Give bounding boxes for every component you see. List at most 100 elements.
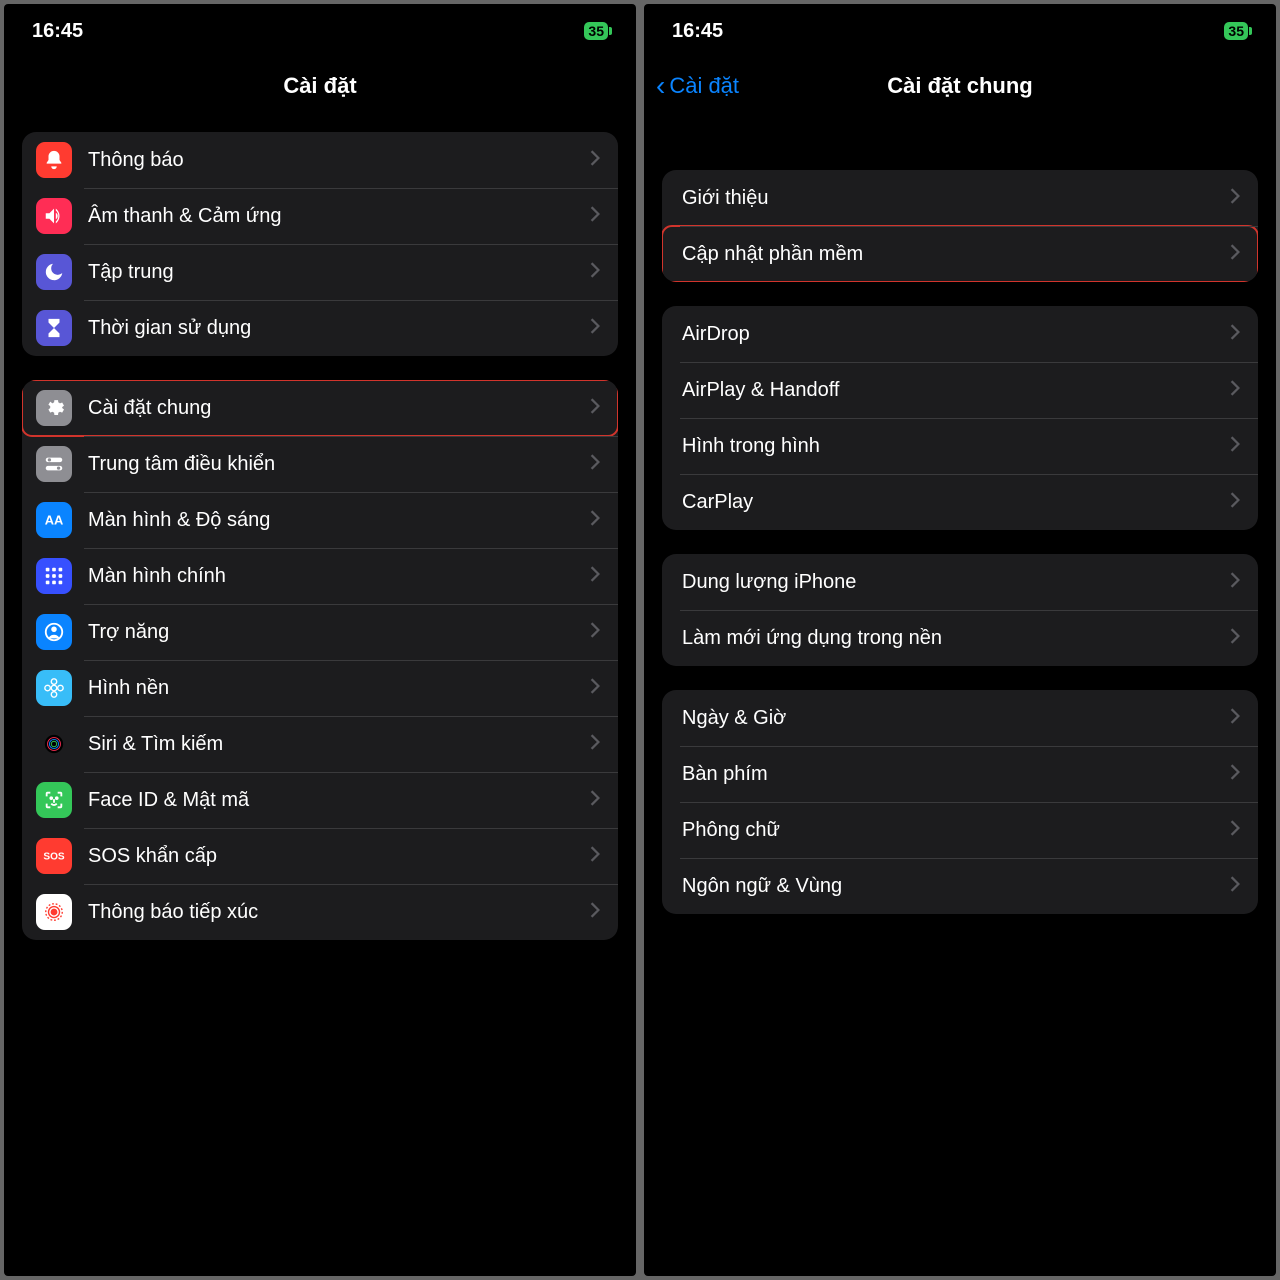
row-exposure[interactable]: Thông báo tiếp xúc bbox=[22, 884, 618, 940]
chevron-right-icon bbox=[590, 902, 600, 923]
row-label: SOS khẩn cấp bbox=[88, 845, 590, 868]
settings-group-2: Cài đặt chung Trung tâm điều khiển AA Màn h… bbox=[22, 380, 618, 940]
row-label: Siri & Tìm kiếm bbox=[88, 733, 590, 756]
row-accessibility[interactable]: Trợ năng bbox=[22, 604, 618, 660]
row-label: Âm thanh & Cảm ứng bbox=[88, 205, 590, 228]
svg-text:AA: AA bbox=[45, 513, 64, 528]
status-time: 16:45 bbox=[32, 20, 83, 43]
row-pip[interactable]: Hình trong hình bbox=[662, 418, 1258, 474]
page-title: Cài đặt bbox=[283, 73, 356, 99]
row-label: Trung tâm điều khiển bbox=[88, 453, 590, 476]
row-fonts[interactable]: Phông chữ bbox=[662, 802, 1258, 858]
row-label: Face ID & Mật mã bbox=[88, 789, 590, 812]
chevron-right-icon bbox=[1230, 188, 1240, 209]
chevron-left-icon: ‹ bbox=[656, 72, 665, 100]
chevron-right-icon bbox=[1230, 708, 1240, 729]
chevron-right-icon bbox=[1230, 628, 1240, 649]
siri-icon bbox=[36, 726, 72, 762]
person-icon bbox=[36, 614, 72, 650]
chevron-right-icon bbox=[590, 734, 600, 755]
row-home-screen[interactable]: Màn hình chính bbox=[22, 548, 618, 604]
hourglass-icon bbox=[36, 310, 72, 346]
row-label: Trợ năng bbox=[88, 621, 590, 644]
row-label: AirDrop bbox=[682, 323, 1230, 346]
chevron-right-icon bbox=[590, 846, 600, 867]
AA-icon: AA bbox=[36, 502, 72, 538]
chevron-right-icon bbox=[590, 398, 600, 419]
general-group-1: Giới thiệu Cập nhật phần mềm bbox=[662, 170, 1258, 282]
general-group-2: AirDrop AirPlay & Handoff Hình trong hình C… bbox=[662, 306, 1258, 530]
row-faceid[interactable]: Face ID & Mật mã bbox=[22, 772, 618, 828]
exposure-icon bbox=[36, 894, 72, 930]
row-label: AirPlay & Handoff bbox=[682, 379, 1230, 402]
row-label: Dung lượng iPhone bbox=[682, 571, 1230, 594]
chevron-right-icon bbox=[590, 678, 600, 699]
chevron-right-icon bbox=[1230, 876, 1240, 897]
row-general[interactable]: Cài đặt chung bbox=[22, 380, 618, 436]
row-label: Cài đặt chung bbox=[88, 397, 590, 420]
row-label: Hình nền bbox=[88, 677, 590, 700]
chevron-right-icon bbox=[590, 206, 600, 227]
moon-icon bbox=[36, 254, 72, 290]
row-label: Làm mới ứng dụng trong nền bbox=[682, 627, 1230, 650]
row-airdrop[interactable]: AirDrop bbox=[662, 306, 1258, 362]
speaker-icon bbox=[36, 198, 72, 234]
row-about[interactable]: Giới thiệu bbox=[662, 170, 1258, 226]
row-focus[interactable]: Tập trung bbox=[22, 244, 618, 300]
chevron-right-icon bbox=[590, 262, 600, 283]
chevron-right-icon bbox=[590, 790, 600, 811]
row-label: Màn hình & Độ sáng bbox=[88, 509, 590, 532]
back-button[interactable]: ‹ Cài đặt bbox=[656, 72, 739, 100]
back-label: Cài đặt bbox=[669, 73, 739, 99]
chevron-right-icon bbox=[590, 318, 600, 339]
row-label: Bàn phím bbox=[682, 763, 1230, 786]
chevron-right-icon bbox=[590, 150, 600, 171]
chevron-right-icon bbox=[1230, 572, 1240, 593]
row-label: Ngày & Giờ bbox=[682, 707, 1230, 730]
navbar: Cài đặt bbox=[4, 58, 636, 114]
row-siri[interactable]: Siri & Tìm kiếm bbox=[22, 716, 618, 772]
row-screentime[interactable]: Thời gian sử dụng bbox=[22, 300, 618, 356]
battery-icon: 35 bbox=[584, 22, 608, 40]
grid-icon bbox=[36, 558, 72, 594]
row-background-refresh[interactable]: Làm mới ứng dụng trong nền bbox=[662, 610, 1258, 666]
status-bar: 16:45 35 bbox=[4, 4, 636, 58]
general-group-4: Ngày & Giờ Bàn phím Phông chữ Ngôn ngữ & Vù… bbox=[662, 690, 1258, 914]
row-label: Tập trung bbox=[88, 261, 590, 284]
row-label: Thông báo tiếp xúc bbox=[88, 901, 590, 924]
row-date-time[interactable]: Ngày & Giờ bbox=[662, 690, 1258, 746]
row-carplay[interactable]: CarPlay bbox=[662, 474, 1258, 530]
switches-icon bbox=[36, 446, 72, 482]
row-language-region[interactable]: Ngôn ngữ & Vùng bbox=[662, 858, 1258, 914]
row-wallpaper[interactable]: Hình nền bbox=[22, 660, 618, 716]
row-label: Màn hình chính bbox=[88, 565, 590, 588]
general-group-3: Dung lượng iPhone Làm mới ứng dụng trong … bbox=[662, 554, 1258, 666]
row-label: Thông báo bbox=[88, 149, 590, 172]
chevron-right-icon bbox=[590, 454, 600, 475]
row-sos[interactable]: SOS SOS khẩn cấp bbox=[22, 828, 618, 884]
gear-icon bbox=[36, 390, 72, 426]
chevron-right-icon bbox=[1230, 324, 1240, 345]
row-notifications[interactable]: Thông báo bbox=[22, 132, 618, 188]
chevron-right-icon bbox=[590, 510, 600, 531]
chevron-right-icon bbox=[1230, 492, 1240, 513]
row-control-center[interactable]: Trung tâm điều khiển bbox=[22, 436, 618, 492]
row-label: Giới thiệu bbox=[682, 187, 1230, 210]
row-label: Phông chữ bbox=[682, 819, 1230, 842]
row-label: Cập nhật phần mềm bbox=[682, 243, 1230, 266]
row-label: Thời gian sử dụng bbox=[88, 317, 590, 340]
screen-settings: 16:45 35 Cài đặt Thông báo Âm thanh & Cảm… bbox=[4, 4, 636, 1276]
screen-general: 16:45 35 ‹ Cài đặt Cài đặt chung Giới th… bbox=[644, 4, 1276, 1276]
settings-group-1: Thông báo Âm thanh & Cảm ứng Tập trung Thời… bbox=[22, 132, 618, 356]
row-iphone-storage[interactable]: Dung lượng iPhone bbox=[662, 554, 1258, 610]
flower-icon bbox=[36, 670, 72, 706]
row-airplay-handoff[interactable]: AirPlay & Handoff bbox=[662, 362, 1258, 418]
row-software-update[interactable]: Cập nhật phần mềm bbox=[662, 226, 1258, 282]
row-sounds[interactable]: Âm thanh & Cảm ứng bbox=[22, 188, 618, 244]
SOS-icon: SOS bbox=[36, 838, 72, 874]
row-keyboard[interactable]: Bàn phím bbox=[662, 746, 1258, 802]
row-display[interactable]: AA Màn hình & Độ sáng bbox=[22, 492, 618, 548]
row-label: Hình trong hình bbox=[682, 435, 1230, 458]
chevron-right-icon bbox=[1230, 380, 1240, 401]
row-label: Ngôn ngữ & Vùng bbox=[682, 875, 1230, 898]
